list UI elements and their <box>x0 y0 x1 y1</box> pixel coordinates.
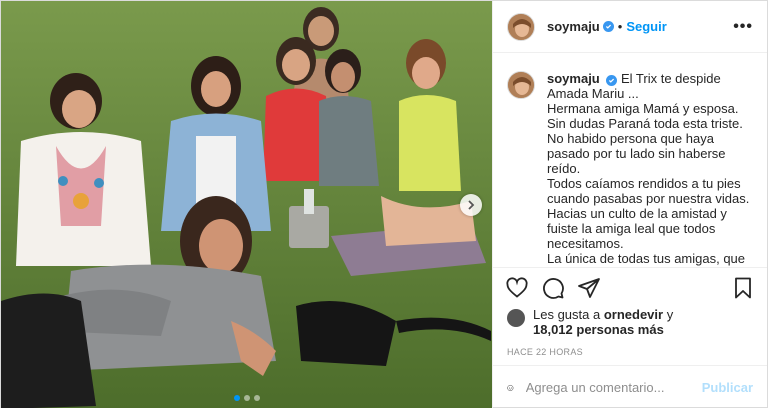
carousel-dot <box>233 395 240 401</box>
bookmark-icon[interactable] <box>731 276 755 300</box>
carousel-dot <box>253 395 260 401</box>
likes-summary: Les gusta a ornedevir y 18,012 personas … <box>493 307 767 337</box>
caption-text: soymaju El Trix te despide Amada Mariu .… <box>547 71 753 267</box>
caption-line: Hermana amiga Mamá y esposa. <box>547 101 739 116</box>
publish-button[interactable]: Publicar <box>702 380 753 395</box>
comment-icon[interactable] <box>541 276 565 300</box>
profile-photo <box>508 72 534 98</box>
carousel-dot <box>243 395 250 401</box>
profile-photo <box>508 13 534 40</box>
caption-line: Sin dudas Paraná toda esta triste. <box>547 116 743 131</box>
caption-username[interactable]: soymaju <box>547 71 600 86</box>
emoji-icon[interactable] <box>507 377 514 399</box>
avatar[interactable] <box>507 12 535 41</box>
post-header: soymaju • Seguir ••• <box>493 1 767 53</box>
comment-box: Publicar <box>493 365 767 408</box>
verified-badge-icon <box>606 75 618 86</box>
username[interactable]: soymaju <box>547 19 600 34</box>
group-photo-image <box>1 1 492 408</box>
next-photo-button[interactable] <box>460 194 482 216</box>
verified-badge-icon <box>602 21 614 32</box>
likes-connector: y <box>666 307 674 322</box>
instagram-post: soymaju • Seguir ••• soymaju El Trix te … <box>0 0 768 408</box>
caption-line: No habido persona que haya pasado por tu… <box>547 131 726 176</box>
comment-input[interactable] <box>525 380 702 395</box>
likes-count[interactable]: 18,012 personas más <box>533 322 664 337</box>
post-sidebar: soymaju • Seguir ••• soymaju El Trix te … <box>492 1 767 408</box>
carousel-indicator <box>1 395 492 401</box>
post-photo[interactable] <box>1 1 492 408</box>
avatar[interactable] <box>507 71 535 99</box>
likes-text: Les gusta a ornedevir y 18,012 personas … <box>533 307 673 337</box>
caption-first-line: soymaju El Trix te despide Amada Mariu .… <box>547 71 753 101</box>
post-timestamp[interactable]: HACE 22 HORAS <box>493 337 767 365</box>
caption-line: Todos caíamos rendidos a tu pies cuando … <box>547 176 750 206</box>
separator-dot: • <box>617 19 623 34</box>
follow-button[interactable]: Seguir <box>626 19 666 34</box>
liker-avatar[interactable] <box>507 309 525 327</box>
caption-line: La única de todas tus amigas, que pudo u… <box>547 251 746 267</box>
likes-prefix: Les gusta a <box>533 307 601 322</box>
post-actions <box>493 267 767 307</box>
liker-username[interactable]: ornedevir <box>604 307 663 322</box>
caption-section: soymaju El Trix te despide Amada Mariu .… <box>493 53 767 267</box>
share-icon[interactable] <box>577 276 601 300</box>
caption-line: Hacias un culto de la amistad y fuiste l… <box>547 206 727 251</box>
chevron-right-icon <box>468 200 475 210</box>
heart-icon[interactable] <box>505 276 529 300</box>
more-options-button[interactable]: ••• <box>733 18 753 36</box>
